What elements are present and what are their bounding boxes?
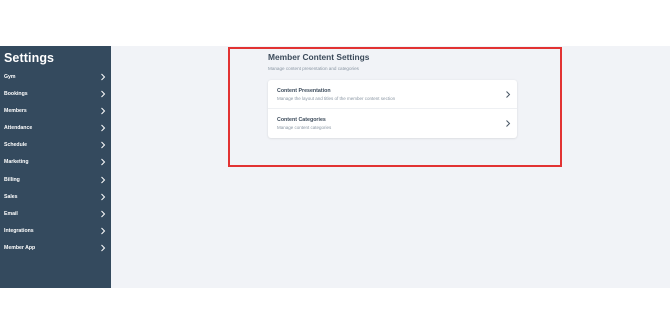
row-description: Manage content categories — [277, 125, 332, 130]
row-description: Manage the layout and titles of the memb… — [277, 96, 396, 101]
chevron-right-icon — [101, 142, 106, 149]
sidebar-item-label: Sales — [4, 193, 18, 200]
row-title: Content Categories — [277, 117, 326, 123]
chevron-right-icon — [101, 244, 106, 252]
main-content: Member Content Settings Manage content p… — [111, 46, 670, 288]
sidebar-item-label: Bookings — [4, 91, 28, 98]
sidebar-item-billing[interactable]: Billing — [0, 173, 111, 190]
content-categories-row[interactable]: Content Categories Manage content catego… — [268, 109, 517, 138]
page-title: Member Content Settings — [268, 52, 370, 62]
sidebar-item-label: Members — [4, 108, 27, 115]
sidebar-item-members[interactable]: Members — [0, 104, 111, 121]
sidebar-item-integrations[interactable]: Integrations — [0, 224, 111, 241]
sidebar-item-label: Gym — [4, 74, 16, 80]
sidebar-item-marketing[interactable]: Marketing — [0, 155, 111, 172]
chevron-right-icon — [101, 107, 106, 115]
chevron-right-icon — [101, 176, 106, 183]
sidebar-item-label: Schedule — [4, 142, 28, 149]
sidebar-item-member-app[interactable]: Member App — [0, 241, 111, 258]
row-title: Content Presentation — [277, 88, 331, 94]
sidebar-item-label: Email — [4, 210, 18, 217]
content-presentation-row[interactable]: Content Presentation Manage the layout a… — [268, 80, 517, 109]
chevron-right-icon — [101, 193, 106, 201]
chevron-right-icon — [101, 124, 106, 132]
sidebar-item-label: Marketing — [4, 159, 29, 166]
settings-sidebar: Settings Gym Bookings Members Attendance… — [0, 46, 111, 288]
chevron-right-icon — [101, 210, 106, 218]
sidebar-list: Gym Bookings Members Attendance Schedule… — [0, 70, 111, 258]
sidebar-item-label: Attendance — [4, 125, 33, 132]
sidebar-item-attendance[interactable]: Attendance — [0, 121, 111, 138]
sidebar-item-schedule[interactable]: Schedule — [0, 138, 111, 155]
sidebar-title: Settings — [4, 51, 55, 65]
sidebar-item-bookings[interactable]: Bookings — [0, 87, 111, 104]
top-whitespace — [0, 0, 670, 46]
settings-card: Content Presentation Manage the layout a… — [268, 80, 517, 138]
chevron-right-icon — [101, 90, 106, 98]
chevron-right-icon — [101, 73, 106, 81]
sidebar-item-label: Member App — [4, 244, 36, 251]
sidebar-item-gym[interactable]: Gym — [0, 70, 111, 87]
bottom-whitespace — [0, 288, 670, 335]
sidebar-item-label: Integrations — [4, 227, 34, 234]
chevron-right-icon — [101, 227, 106, 235]
sidebar-item-sales[interactable]: Sales — [0, 190, 111, 207]
sidebar-item-email[interactable]: Email — [0, 207, 111, 224]
sidebar-item-label: Billing — [4, 176, 20, 183]
chevron-right-icon — [506, 91, 511, 98]
page-subtitle: Manage content presentation and categori… — [268, 66, 359, 71]
chevron-right-icon — [101, 159, 106, 166]
chevron-right-icon — [506, 120, 511, 127]
